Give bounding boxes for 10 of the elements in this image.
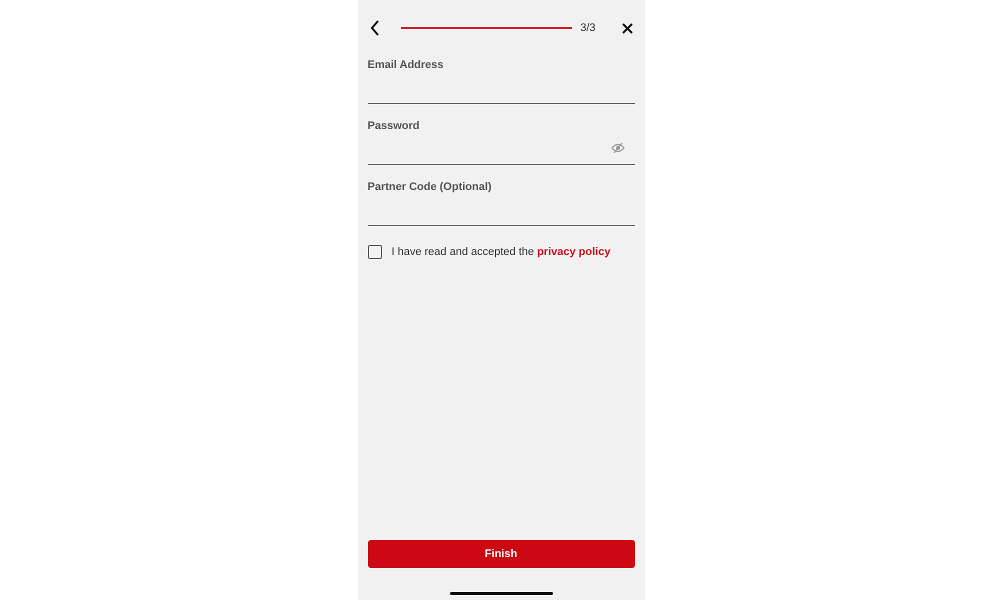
step-counter: 3/3 bbox=[580, 22, 596, 34]
field-label: Email Address bbox=[368, 59, 445, 71]
field-label: Partner Code (Optional) bbox=[368, 181, 493, 193]
field-label: Password bbox=[368, 120, 420, 132]
checkbox[interactable] bbox=[368, 245, 382, 259]
back-icon[interactable] bbox=[370, 20, 380, 36]
privacy-policy-link[interactable]: privacy policy bbox=[537, 246, 610, 258]
consent-text: I have read and accepted the privacy policy bbox=[392, 246, 610, 258]
close-icon[interactable] bbox=[622, 22, 632, 34]
finish-button[interactable]: Finish bbox=[368, 540, 634, 568]
